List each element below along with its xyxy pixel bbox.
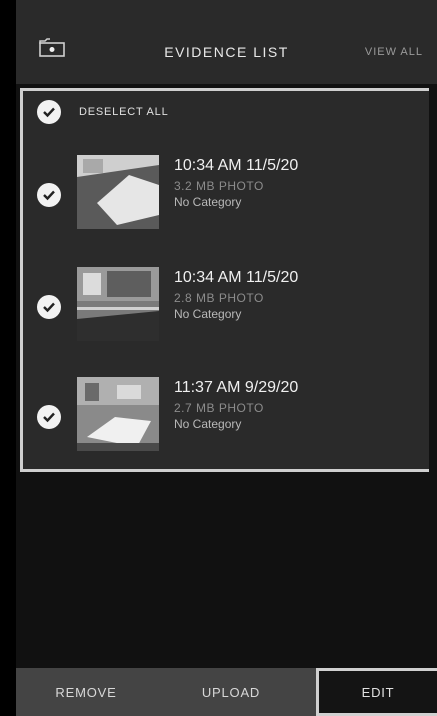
deselect-all-button[interactable]: DESELECT ALL (37, 99, 169, 125)
item-title: 10:34 AM 11/5/20 (174, 157, 299, 174)
item-category: No Category (174, 307, 242, 321)
upload-button[interactable]: UPLOAD (156, 668, 306, 716)
list-item[interactable]: 11:37 AM 9/29/20 2.7 MB PHOTO No Categor… (23, 377, 429, 461)
photo-thumbnail (77, 155, 159, 229)
item-meta: 3.2 MB PHOTO (174, 179, 264, 193)
check-circle-icon[interactable] (37, 295, 61, 319)
check-circle-icon[interactable] (37, 405, 61, 429)
check-circle-icon[interactable] (37, 183, 61, 207)
item-category: No Category (174, 417, 242, 431)
list-item[interactable]: 10:34 AM 11/5/20 2.8 MB PHOTO No Categor… (23, 267, 429, 351)
item-title: 11:37 AM 9/29/20 (174, 379, 299, 396)
evidence-list-panel: DESELECT ALL 10:34 AM 11/5/20 3.2 MB PHO… (20, 88, 429, 472)
item-category: No Category (174, 195, 242, 209)
item-meta: 2.7 MB PHOTO (174, 401, 264, 415)
header-bar: EVIDENCE LIST VIEW ALL (16, 0, 437, 84)
edit-button[interactable]: EDIT (316, 668, 437, 716)
list-item[interactable]: 10:34 AM 11/5/20 3.2 MB PHOTO No Categor… (23, 155, 429, 239)
left-edge-strip (0, 0, 16, 716)
action-bar: REMOVE UPLOAD EDIT (16, 668, 437, 716)
item-meta: 2.8 MB PHOTO (174, 291, 264, 305)
item-title: 10:34 AM 11/5/20 (174, 269, 299, 286)
check-circle-icon (37, 100, 61, 124)
remove-button[interactable]: REMOVE (16, 668, 156, 716)
deselect-all-label: DESELECT ALL (79, 106, 169, 118)
photo-thumbnail (77, 377, 159, 451)
view-all-link[interactable]: VIEW ALL (365, 46, 423, 58)
photo-thumbnail (77, 267, 159, 341)
